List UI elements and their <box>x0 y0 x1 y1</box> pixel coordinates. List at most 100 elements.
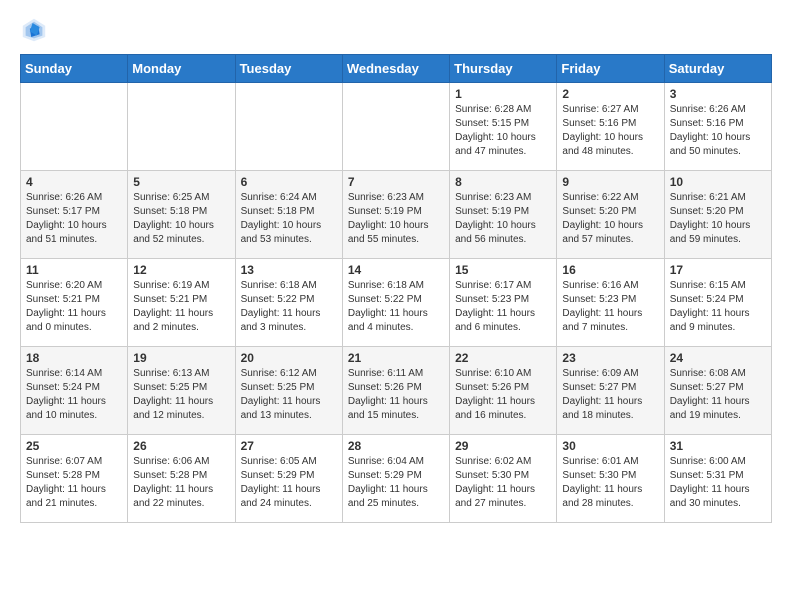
day-number: 7 <box>348 175 444 189</box>
day-info: Sunrise: 6:22 AM Sunset: 5:20 PM Dayligh… <box>562 191 658 247</box>
calendar-cell <box>21 83 128 171</box>
calendar-cell: 11 Sunrise: 6:20 AM Sunset: 5:21 PM Dayli… <box>21 259 128 347</box>
day-number: 20 <box>241 351 337 365</box>
logo <box>20 16 52 44</box>
calendar-cell: 9 Sunrise: 6:22 AM Sunset: 5:20 PM Daylig… <box>557 171 664 259</box>
calendar-cell: 27 Sunrise: 6:05 AM Sunset: 5:29 PM Dayli… <box>235 435 342 523</box>
calendar-cell: 15 Sunrise: 6:17 AM Sunset: 5:23 PM Dayli… <box>450 259 557 347</box>
day-info: Sunrise: 6:04 AM Sunset: 5:29 PM Dayligh… <box>348 455 444 511</box>
day-number: 24 <box>670 351 766 365</box>
day-number: 17 <box>670 263 766 277</box>
day-number: 21 <box>348 351 444 365</box>
calendar-cell: 5Sunrise: 6:25 AM Sunset: 5:18 PM Daylig… <box>128 171 235 259</box>
day-info: Sunrise: 6:15 AM Sunset: 5:24 PM Dayligh… <box>670 279 766 335</box>
day-number: 30 <box>562 439 658 453</box>
calendar-cell: 1 Sunrise: 6:28 AM Sunset: 5:15 PM Daylig… <box>450 83 557 171</box>
day-number: 23 <box>562 351 658 365</box>
day-info: Sunrise: 6:17 AM Sunset: 5:23 PM Dayligh… <box>455 279 551 335</box>
day-number: 15 <box>455 263 551 277</box>
day-info: Sunrise: 6:26 AM Sunset: 5:16 PM Dayligh… <box>670 103 766 159</box>
day-info: Sunrise: 6:23 AM Sunset: 5:19 PM Dayligh… <box>348 191 444 247</box>
column-header-thursday: Thursday <box>450 55 557 83</box>
day-number: 3 <box>670 87 766 101</box>
calendar-cell: 17 Sunrise: 6:15 AM Sunset: 5:24 PM Dayli… <box>664 259 771 347</box>
day-info: Sunrise: 6:16 AM Sunset: 5:23 PM Dayligh… <box>562 279 658 335</box>
day-number: 10 <box>670 175 766 189</box>
day-number: 26 <box>133 439 229 453</box>
day-info: Sunrise: 6:18 AM Sunset: 5:22 PM Dayligh… <box>348 279 444 335</box>
day-info: Sunrise: 6:12 AM Sunset: 5:25 PM Dayligh… <box>241 367 337 423</box>
calendar-cell: 6Sunrise: 6:24 AM Sunset: 5:18 PM Daylig… <box>235 171 342 259</box>
day-info: Sunrise: 6:25 AM Sunset: 5:18 PM Dayligh… <box>133 191 229 247</box>
calendar-cell: 21 Sunrise: 6:11 AM Sunset: 5:26 PM Dayli… <box>342 347 449 435</box>
day-number: 25 <box>26 439 122 453</box>
day-number: 19 <box>133 351 229 365</box>
day-number: 22 <box>455 351 551 365</box>
day-info: Sunrise: 6:05 AM Sunset: 5:29 PM Dayligh… <box>241 455 337 511</box>
day-info: Sunrise: 6:02 AM Sunset: 5:30 PM Dayligh… <box>455 455 551 511</box>
day-number: 2 <box>562 87 658 101</box>
calendar-cell: 10 Sunrise: 6:21 AM Sunset: 5:20 PM Dayli… <box>664 171 771 259</box>
calendar-cell: 2 Sunrise: 6:27 AM Sunset: 5:16 PM Daylig… <box>557 83 664 171</box>
calendar-cell: 18 Sunrise: 6:14 AM Sunset: 5:24 PM Dayli… <box>21 347 128 435</box>
day-info: Sunrise: 6:19 AM Sunset: 5:21 PM Dayligh… <box>133 279 229 335</box>
calendar-cell: 8 Sunrise: 6:23 AM Sunset: 5:19 PM Daylig… <box>450 171 557 259</box>
day-info: Sunrise: 6:00 AM Sunset: 5:31 PM Dayligh… <box>670 455 766 511</box>
day-info: Sunrise: 6:08 AM Sunset: 5:27 PM Dayligh… <box>670 367 766 423</box>
calendar-cell: 24 Sunrise: 6:08 AM Sunset: 5:27 PM Dayli… <box>664 347 771 435</box>
calendar-cell: 30 Sunrise: 6:01 AM Sunset: 5:30 PM Dayli… <box>557 435 664 523</box>
day-info: Sunrise: 6:13 AM Sunset: 5:25 PM Dayligh… <box>133 367 229 423</box>
day-info: Sunrise: 6:10 AM Sunset: 5:26 PM Dayligh… <box>455 367 551 423</box>
day-number: 12 <box>133 263 229 277</box>
calendar-cell <box>342 83 449 171</box>
day-number: 11 <box>26 263 122 277</box>
column-header-monday: Monday <box>128 55 235 83</box>
column-header-tuesday: Tuesday <box>235 55 342 83</box>
day-number: 27 <box>241 439 337 453</box>
calendar-cell: 25 Sunrise: 6:07 AM Sunset: 5:28 PM Dayli… <box>21 435 128 523</box>
day-number: 13 <box>241 263 337 277</box>
calendar-cell: 19 Sunrise: 6:13 AM Sunset: 5:25 PM Dayli… <box>128 347 235 435</box>
day-info: Sunrise: 6:18 AM Sunset: 5:22 PM Dayligh… <box>241 279 337 335</box>
calendar-cell: 16 Sunrise: 6:16 AM Sunset: 5:23 PM Dayli… <box>557 259 664 347</box>
day-number: 8 <box>455 175 551 189</box>
day-number: 28 <box>348 439 444 453</box>
calendar-cell: 12 Sunrise: 6:19 AM Sunset: 5:21 PM Dayli… <box>128 259 235 347</box>
column-header-friday: Friday <box>557 55 664 83</box>
day-info: Sunrise: 6:20 AM Sunset: 5:21 PM Dayligh… <box>26 279 122 335</box>
calendar-cell: 3 Sunrise: 6:26 AM Sunset: 5:16 PM Daylig… <box>664 83 771 171</box>
calendar-cell: 31 Sunrise: 6:00 AM Sunset: 5:31 PM Dayli… <box>664 435 771 523</box>
calendar-cell: 7 Sunrise: 6:23 AM Sunset: 5:19 PM Daylig… <box>342 171 449 259</box>
day-number: 16 <box>562 263 658 277</box>
calendar-cell: 20 Sunrise: 6:12 AM Sunset: 5:25 PM Dayli… <box>235 347 342 435</box>
day-number: 4 <box>26 175 122 189</box>
page-header <box>20 16 772 44</box>
day-number: 6 <box>241 175 337 189</box>
calendar-table: SundayMondayTuesdayWednesdayThursdayFrid… <box>20 54 772 523</box>
calendar-cell: 26 Sunrise: 6:06 AM Sunset: 5:28 PM Dayli… <box>128 435 235 523</box>
day-number: 31 <box>670 439 766 453</box>
column-header-saturday: Saturday <box>664 55 771 83</box>
day-number: 14 <box>348 263 444 277</box>
day-number: 1 <box>455 87 551 101</box>
logo-icon <box>20 16 48 44</box>
day-info: Sunrise: 6:28 AM Sunset: 5:15 PM Dayligh… <box>455 103 551 159</box>
day-info: Sunrise: 6:06 AM Sunset: 5:28 PM Dayligh… <box>133 455 229 511</box>
calendar-cell <box>128 83 235 171</box>
day-number: 9 <box>562 175 658 189</box>
day-info: Sunrise: 6:09 AM Sunset: 5:27 PM Dayligh… <box>562 367 658 423</box>
day-info: Sunrise: 6:11 AM Sunset: 5:26 PM Dayligh… <box>348 367 444 423</box>
day-number: 18 <box>26 351 122 365</box>
day-info: Sunrise: 6:27 AM Sunset: 5:16 PM Dayligh… <box>562 103 658 159</box>
day-info: Sunrise: 6:23 AM Sunset: 5:19 PM Dayligh… <box>455 191 551 247</box>
day-info: Sunrise: 6:01 AM Sunset: 5:30 PM Dayligh… <box>562 455 658 511</box>
day-info: Sunrise: 6:21 AM Sunset: 5:20 PM Dayligh… <box>670 191 766 247</box>
day-info: Sunrise: 6:14 AM Sunset: 5:24 PM Dayligh… <box>26 367 122 423</box>
day-info: Sunrise: 6:26 AM Sunset: 5:17 PM Dayligh… <box>26 191 122 247</box>
calendar-cell: 28 Sunrise: 6:04 AM Sunset: 5:29 PM Dayli… <box>342 435 449 523</box>
calendar-cell: 14 Sunrise: 6:18 AM Sunset: 5:22 PM Dayli… <box>342 259 449 347</box>
column-header-sunday: Sunday <box>21 55 128 83</box>
day-info: Sunrise: 6:07 AM Sunset: 5:28 PM Dayligh… <box>26 455 122 511</box>
calendar-cell: 23 Sunrise: 6:09 AM Sunset: 5:27 PM Dayli… <box>557 347 664 435</box>
column-header-wednesday: Wednesday <box>342 55 449 83</box>
